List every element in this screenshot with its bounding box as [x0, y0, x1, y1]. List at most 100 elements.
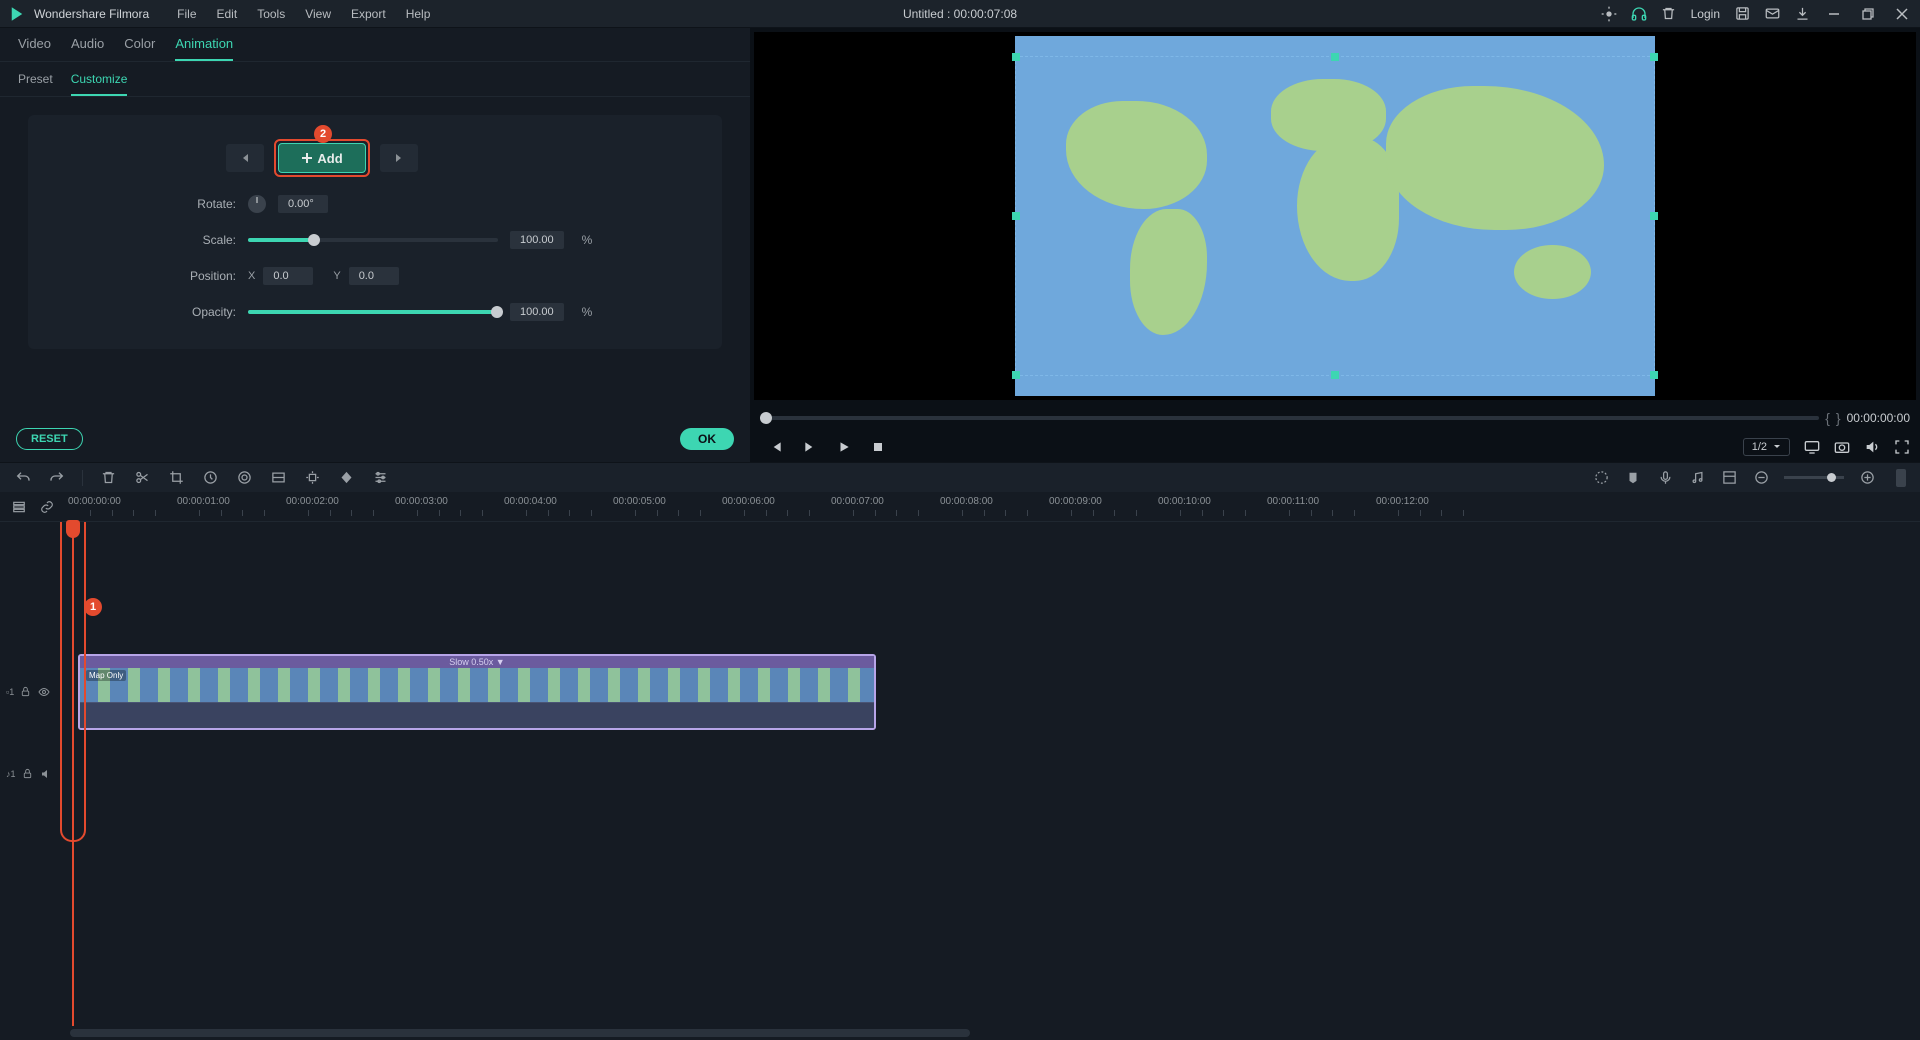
property-category-tabs: Video Audio Color Animation: [0, 28, 750, 62]
speed-button[interactable]: [201, 469, 219, 487]
preview-viewport[interactable]: [754, 32, 1916, 400]
timeline-tracks[interactable]: 1 ▫1 Slow 0.50x ▼ Map Only: [68, 522, 1920, 1026]
mark-in-icon[interactable]: {: [1825, 410, 1830, 426]
menu-help[interactable]: Help: [396, 7, 441, 21]
position-x-value[interactable]: 0.0: [263, 267, 313, 285]
lock-icon[interactable]: [20, 686, 32, 698]
trash-button[interactable]: [99, 469, 117, 487]
handle-br[interactable]: [1650, 371, 1658, 379]
mark-out-icon[interactable]: }: [1836, 410, 1841, 426]
tab-animation[interactable]: Animation: [175, 36, 233, 61]
time-ruler[interactable]: 00:00:00:0000:00:01:0000:00:02:0000:00:0…: [68, 492, 1920, 521]
handle-mr[interactable]: [1650, 212, 1658, 220]
reset-button[interactable]: RESET: [16, 428, 83, 450]
timeline-settings-button[interactable]: [1896, 469, 1906, 487]
zoom-in-button[interactable]: [1858, 469, 1876, 487]
tab-preset[interactable]: Preset: [18, 72, 53, 96]
audio-track-1[interactable]: ♪1: [68, 754, 1920, 794]
adjust-button[interactable]: [371, 469, 389, 487]
tab-video[interactable]: Video: [18, 36, 51, 61]
selection-box[interactable]: [1015, 56, 1655, 376]
rotate-knob[interactable]: [248, 195, 266, 213]
mute-icon[interactable]: [40, 768, 52, 780]
keyframe-next-button[interactable]: [380, 144, 418, 172]
play-next-button[interactable]: [802, 439, 818, 455]
window-maximize[interactable]: [1858, 4, 1878, 24]
position-y-value[interactable]: 0.0: [349, 267, 399, 285]
timeline-scrollbar[interactable]: [70, 1029, 970, 1037]
support-icon[interactable]: [1631, 6, 1647, 22]
scale-label: Scale:: [56, 233, 236, 247]
undo-button[interactable]: [14, 469, 32, 487]
visibility-icon[interactable]: [38, 686, 50, 698]
layout-button[interactable]: [1720, 469, 1738, 487]
handle-mb[interactable]: [1331, 371, 1339, 379]
voiceover-button[interactable]: [1656, 469, 1674, 487]
tab-customize[interactable]: Customize: [71, 72, 128, 96]
login-link[interactable]: Login: [1691, 7, 1720, 21]
color-button[interactable]: [235, 469, 253, 487]
window-close[interactable]: [1892, 4, 1912, 24]
video-track-1[interactable]: ▫1 Slow 0.50x ▼ Map Only: [68, 652, 1920, 732]
zoom-slider[interactable]: [1784, 476, 1844, 479]
add-keyframe-button[interactable]: Add: [278, 143, 366, 173]
keyframe-button[interactable]: [337, 469, 355, 487]
opacity-slider[interactable]: [248, 310, 498, 314]
ok-button[interactable]: OK: [680, 428, 734, 450]
redo-button[interactable]: [48, 469, 66, 487]
play-button[interactable]: [836, 439, 852, 455]
playhead[interactable]: [72, 522, 74, 1026]
download-icon[interactable]: [1794, 6, 1810, 22]
delete-icon[interactable]: [1661, 6, 1677, 22]
animation-properties: 2 Add Rotate: 0.00°: [28, 115, 722, 349]
rotate-value[interactable]: 0.00°: [278, 195, 328, 213]
greenscreen-button[interactable]: [269, 469, 287, 487]
keyframe-prev-button[interactable]: [226, 144, 264, 172]
preview-quality-select[interactable]: 1/2: [1743, 438, 1790, 456]
menu-tools[interactable]: Tools: [247, 7, 295, 21]
scale-slider[interactable]: [248, 238, 498, 242]
handle-bl[interactable]: [1012, 371, 1020, 379]
crop-button[interactable]: [167, 469, 185, 487]
stop-button[interactable]: [870, 439, 886, 455]
volume-icon[interactable]: [1864, 439, 1880, 455]
fullscreen-icon[interactable]: [1894, 439, 1910, 455]
menu-export[interactable]: Export: [341, 7, 396, 21]
menu-file[interactable]: File: [167, 7, 206, 21]
document-title: Untitled : 00:00:07:08: [903, 7, 1017, 21]
handle-ml[interactable]: [1012, 212, 1020, 220]
step-back-button[interactable]: [768, 439, 784, 455]
save-icon[interactable]: [1734, 6, 1750, 22]
idea-icon[interactable]: [1601, 6, 1617, 22]
motion-track-button[interactable]: [303, 469, 321, 487]
playback-scrubber[interactable]: [760, 416, 1819, 420]
link-button[interactable]: [38, 498, 56, 516]
lock-icon[interactable]: [22, 768, 34, 780]
zoom-out-button[interactable]: [1752, 469, 1770, 487]
step-badge-2: 2: [314, 125, 332, 143]
handle-mt[interactable]: [1331, 53, 1339, 61]
display-icon[interactable]: [1804, 439, 1820, 455]
tab-color[interactable]: Color: [124, 36, 155, 61]
ruler-tick: 00:00:10:00: [1158, 496, 1211, 507]
snapshot-icon[interactable]: [1834, 439, 1850, 455]
video-clip[interactable]: Slow 0.50x ▼ Map Only: [78, 654, 876, 730]
clip-name: Map Only: [86, 670, 126, 681]
opacity-value[interactable]: 100.00: [510, 303, 564, 321]
split-button[interactable]: [133, 469, 151, 487]
marker-button[interactable]: [1624, 469, 1642, 487]
handle-tl[interactable]: [1012, 53, 1020, 61]
menu-view[interactable]: View: [295, 7, 341, 21]
scale-value[interactable]: 100.00: [510, 231, 564, 249]
ruler-tick: 00:00:04:00: [504, 496, 557, 507]
handle-tr[interactable]: [1650, 53, 1658, 61]
audio-mixer-button[interactable]: [1688, 469, 1706, 487]
timeline-manage-button[interactable]: [10, 498, 28, 516]
menu-edit[interactable]: Edit: [207, 7, 248, 21]
render-button[interactable]: [1592, 469, 1610, 487]
tab-audio[interactable]: Audio: [71, 36, 104, 61]
timeline-toolbar: [0, 462, 1920, 492]
opacity-label: Opacity:: [56, 305, 236, 319]
mail-icon[interactable]: [1764, 6, 1780, 22]
window-minimize[interactable]: [1824, 4, 1844, 24]
